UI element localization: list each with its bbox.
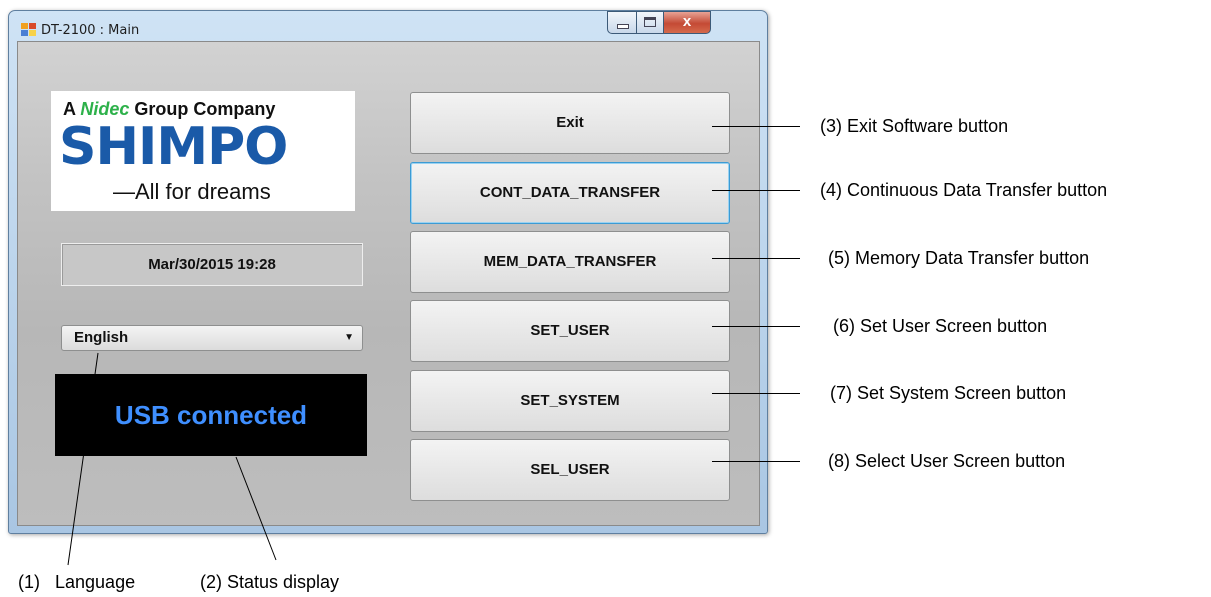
anno-sel-user: (8) Select User Screen button (828, 451, 1066, 471)
anno-set-user: (6) Set User Screen button (833, 316, 1048, 336)
anno-status: (2) Status display (200, 572, 340, 592)
anno-mem: (5) Memory Data Transfer button (828, 248, 1090, 268)
anno-set-system: (7) Set System Screen button (830, 383, 1067, 403)
status-leader-line (235, 456, 277, 561)
anno-exit: (3) Exit Software button (820, 116, 1009, 136)
language-leader-line (67, 352, 99, 566)
anno-language: (1) Language (18, 572, 136, 592)
anno-cont: (4) Continuous Data Transfer button (820, 180, 1108, 200)
bottom-leader-lines (67, 352, 277, 566)
